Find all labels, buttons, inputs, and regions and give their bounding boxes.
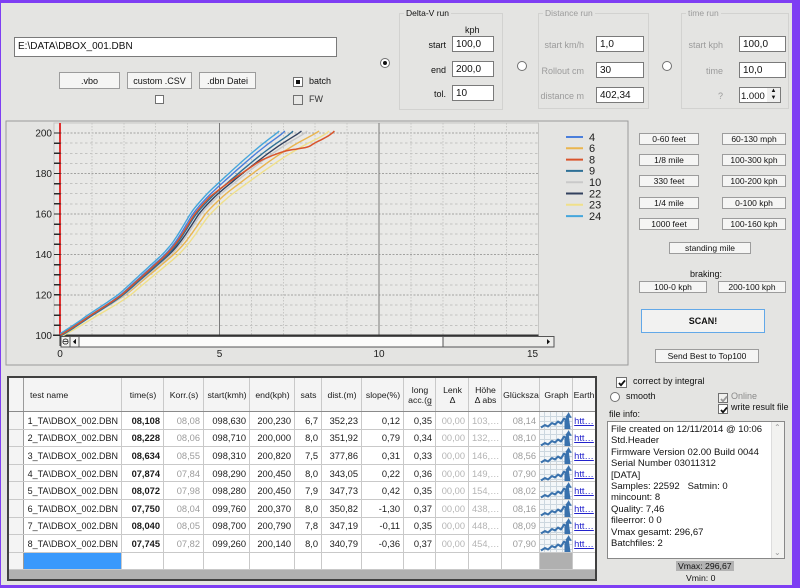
svg-text:8: 8 [589,154,595,166]
svg-text:24: 24 [589,211,601,223]
svg-text:5: 5 [217,349,223,360]
svg-text:120: 120 [35,290,52,301]
svg-text:200: 200 [35,129,52,140]
svg-text:10: 10 [373,349,385,360]
svg-text:100: 100 [35,331,52,342]
svg-text:15: 15 [527,349,539,360]
svg-text:9: 9 [589,166,595,178]
svg-text:22: 22 [589,188,601,200]
svg-text:23: 23 [589,200,601,212]
svg-text:0: 0 [57,349,63,360]
svg-text:140: 140 [35,250,52,261]
svg-text:160: 160 [35,210,52,221]
svg-text:180: 180 [35,169,52,180]
svg-text:4: 4 [589,132,595,144]
svg-text:6: 6 [589,143,595,155]
svg-text:10: 10 [589,177,601,189]
